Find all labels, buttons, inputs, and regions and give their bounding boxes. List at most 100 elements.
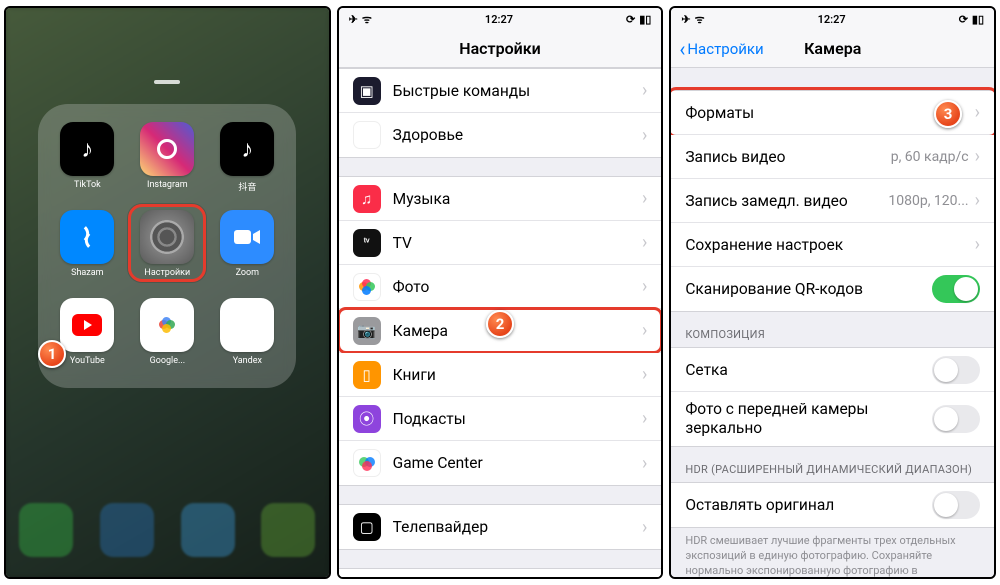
status-time: 12:27 [818,13,846,26]
chevron-right-icon: › [642,276,647,297]
app-folder[interactable]: ♪ TikTok Instagram ♪ 抖音 Shazam Настройки [38,104,296,388]
chevron-right-icon: › [975,102,980,123]
chevron-left-icon: ‹ [679,37,685,61]
gamecenter-icon [353,449,381,477]
app-yandex[interactable]: Y Yandex [216,298,278,376]
google-photos-icon [140,298,194,352]
chevron-right-icon: › [642,517,647,538]
app-youtube[interactable]: YouTube [56,298,118,376]
row-label: Камера [393,322,642,340]
row-label: Форматы [685,104,974,122]
step-badge-2: 2 [486,310,514,338]
zoom-icon [220,210,274,264]
app-shazam[interactable]: Shazam [56,210,118,288]
row-value: 1080p, 120... [888,193,968,209]
row-label: Сканирование QR-кодов [685,280,932,298]
panel-settings-root: ✈ᯤ 12:27 ⟳▮▯ Настройки ▣ Быстрые команды… [337,6,664,579]
row-label: Сетка [685,361,932,379]
dock [6,497,329,577]
row-label: Музыка [393,190,642,208]
app-zoom[interactable]: Zoom [216,210,278,288]
chevron-right-icon: › [642,408,647,429]
chevron-right-icon: › [642,80,647,101]
navbar: ‹ Настройки Камера [671,30,994,68]
row-tv[interactable]: ᵗᵛ TV › [339,221,662,265]
battery-icon: ▮▯ [639,13,651,26]
step-badge-3: 3 [934,100,962,128]
folder-title-placeholder [154,80,180,84]
chevron-right-icon: › [975,190,980,211]
health-icon: ♥ [353,121,381,149]
camera-settings-list[interactable]: Форматы › Запись видео р, 60 кадр/с › За… [671,68,994,577]
wifi-icon: ᯤ [695,12,705,27]
toggle-qr[interactable] [932,275,980,303]
app-label: Yandex [216,356,278,366]
row-record-video[interactable]: Запись видео р, 60 кадр/с › [671,135,994,179]
app-settings[interactable]: Настройки [136,210,198,288]
row-label: Книги [393,366,642,384]
row-keep-original[interactable]: Оставлять оригинал [671,483,994,527]
books-icon: ▯ [353,361,381,389]
row-scan-qr[interactable]: Сканирование QR-кодов [671,267,994,311]
app-tiktok[interactable]: ♪ TikTok [56,122,118,200]
page-title: Настройки [459,39,541,58]
row-label: Оставлять оригинал [685,496,932,514]
app-label: Google... [136,356,198,366]
navbar: Настройки [339,30,662,68]
toggle-mirror[interactable] [932,405,980,433]
row-label: Подкасты [393,410,642,428]
row-label: Фото [393,278,642,296]
tv-icon: ᵗᵛ [353,229,381,257]
app-label: YouTube [56,356,118,366]
toggle-keep-original[interactable] [932,491,980,519]
row-books[interactable]: ▯ Книги › [339,353,662,397]
app-instagram[interactable]: Instagram [136,122,198,200]
chevron-right-icon: › [642,320,647,341]
row-value: р, 60 кадр/с [891,149,969,165]
row-health[interactable]: ♥ Здоровье › [339,113,662,157]
toggle-grid[interactable] [932,356,980,384]
chevron-right-icon: › [975,234,980,255]
row-podcasts[interactable]: ⦿ Подкасты › [339,397,662,441]
settings-icon [140,210,194,264]
orientation-lock-icon: ⟳ [626,13,635,26]
row-grid[interactable]: Сетка [671,348,994,392]
app-label: Shazam [56,268,118,278]
row-mirror-front[interactable]: Фото с передней камеры зеркально [671,392,994,446]
section-header-composition: КОМПОЗИЦИЯ [671,312,994,347]
shortcuts-icon: ▣ [353,77,381,105]
podcasts-icon: ⦿ [353,405,381,433]
instagram-icon [140,122,194,176]
back-button[interactable]: ‹ Настройки [679,37,763,61]
row-avito[interactable]: Авито › [339,569,662,577]
app-label: Zoom [216,268,278,278]
row-tvprovider[interactable]: ▢ Телепвайдер › [339,505,662,549]
panel-camera-settings: ✈ᯤ 12:27 ⟳▮▯ ‹ Настройки Камера Форматы … [669,6,996,579]
chevron-right-icon: › [642,125,647,146]
row-label: Запись замедл. видео [685,192,888,210]
app-label: TikTok [56,180,118,190]
wifi-icon: ᯤ [362,12,372,27]
status-bar: ✈ᯤ 12:27 ⟳▮▯ [339,8,662,30]
row-preserve-settings[interactable]: Сохранение настроек › [671,223,994,267]
app-label: 抖音 [216,180,278,193]
step-badge-1: 1 [38,340,66,368]
row-label: Сохранение настроек [685,236,974,254]
row-label: Телепвайдер [393,518,642,536]
shazam-icon [60,210,114,264]
douyin-icon: ♪ [220,122,274,176]
row-gamecenter[interactable]: Game Center › [339,441,662,485]
row-label: Здоровье [393,126,642,144]
section-header-hdr: HDR (РАСШИРЕННЫЙ ДИНАМИЧЕСКИЙ ДИАПАЗОН) [671,447,994,482]
app-label: Instagram [136,180,198,190]
row-record-slomo[interactable]: Запись замедл. видео 1080p, 120... › [671,179,994,223]
row-music[interactable]: ♫ Музыка › [339,177,662,221]
chevron-right-icon: › [975,146,980,167]
row-label: Фото с передней камеры зеркально [685,400,932,439]
orientation-lock-icon: ⟳ [959,13,968,26]
app-google-photos[interactable]: Google... [136,298,198,376]
row-shortcuts[interactable]: ▣ Быстрые команды › [339,69,662,113]
youtube-icon [60,298,114,352]
app-douyin[interactable]: ♪ 抖音 [216,122,278,200]
row-photos[interactable]: Фото › [339,265,662,309]
